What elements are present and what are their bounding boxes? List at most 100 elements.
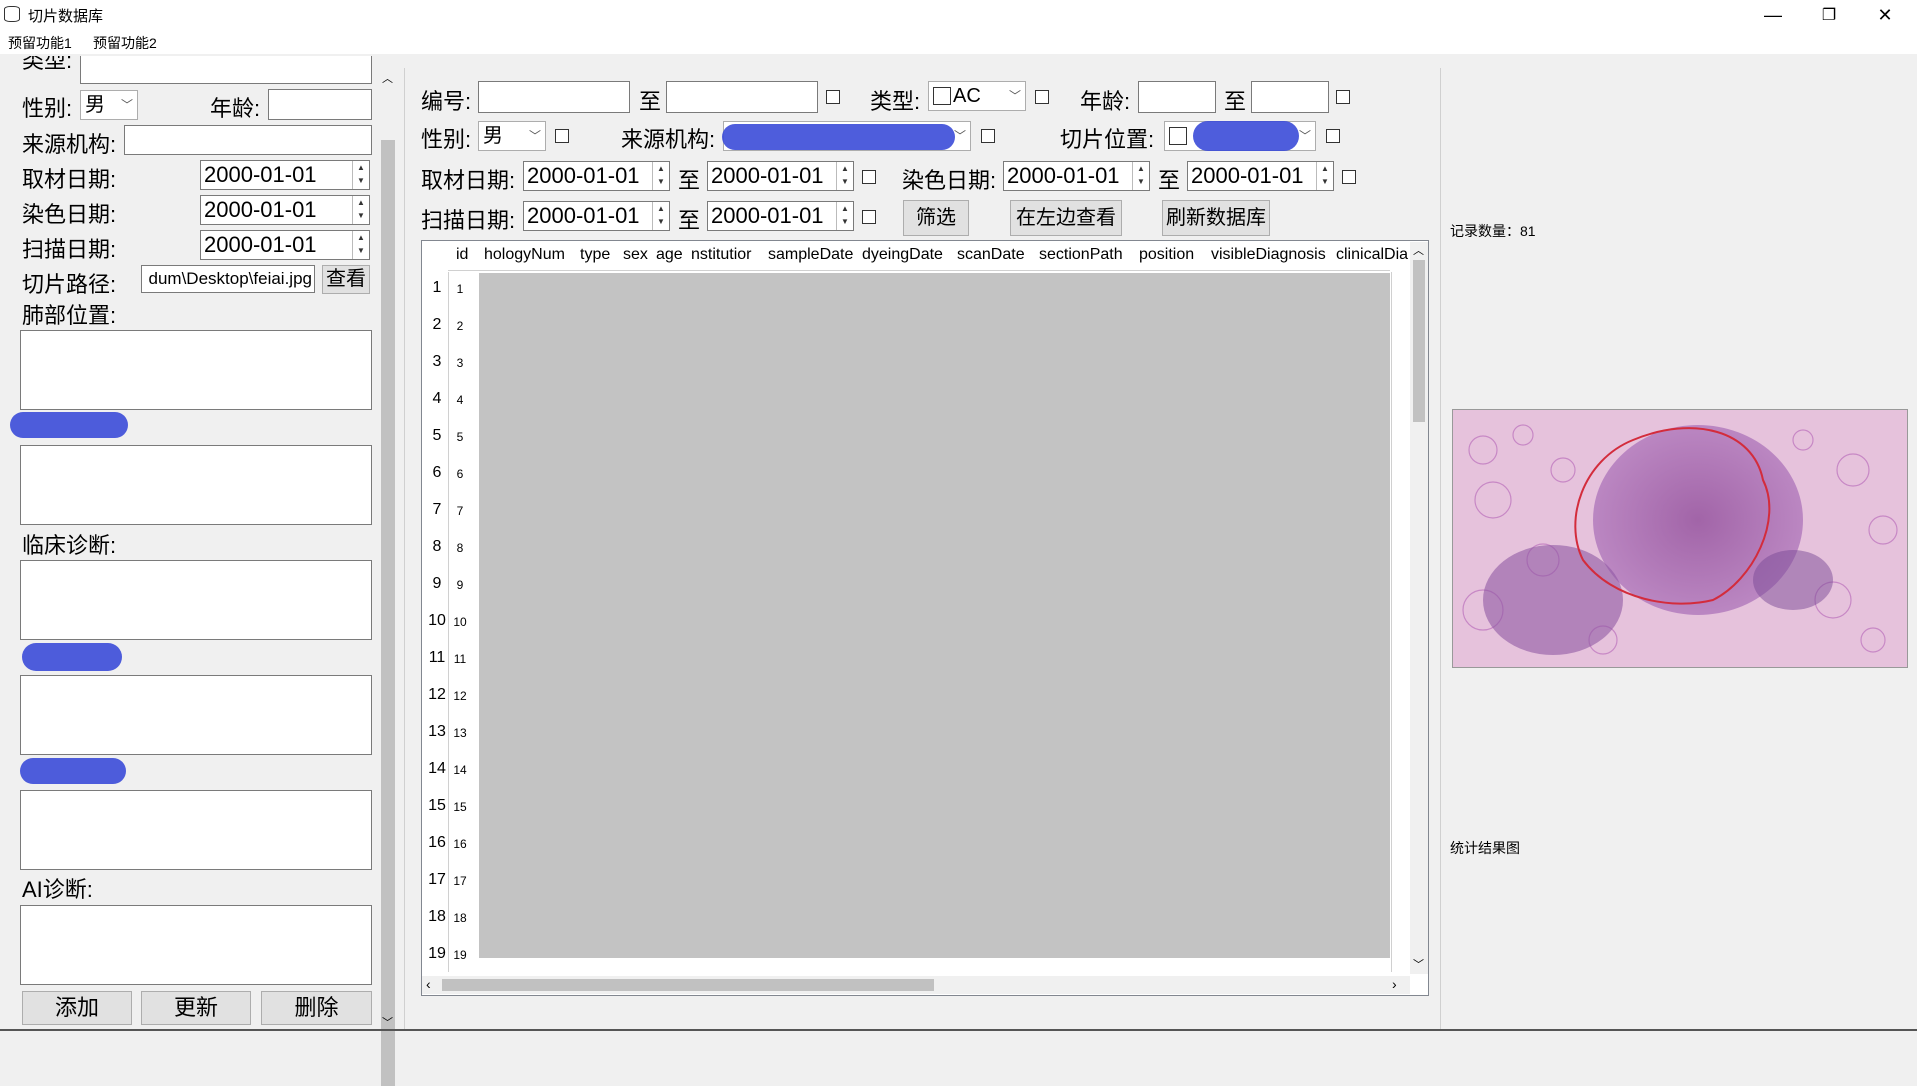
row-header[interactable]: 18 xyxy=(426,908,448,926)
row-header[interactable]: 17 xyxy=(426,871,448,889)
col-header-visible-diagnosis[interactable]: visibleDiagnosis xyxy=(1211,246,1331,270)
update-button[interactable]: 更新 xyxy=(141,991,251,1025)
number-from-field[interactable] xyxy=(478,81,630,113)
chevron-left-icon[interactable]: ‹ xyxy=(426,976,431,992)
spin-arrows-icon[interactable]: ▲ ▼ xyxy=(652,202,669,230)
sample-date-to[interactable]: 2000-01-01 ▲ ▼ xyxy=(707,161,854,191)
spin-arrows-icon[interactable]: ▲ ▼ xyxy=(1316,162,1333,190)
col-header-pathology-num[interactable]: hologyNum xyxy=(484,246,572,270)
lung-position-textarea[interactable] xyxy=(20,330,372,410)
type-option-checkbox[interactable] xyxy=(933,87,951,105)
row-header[interactable]: 13 xyxy=(426,723,448,741)
menu-item-reserved-1[interactable]: 预留功能1 xyxy=(8,33,72,53)
scan-date-to[interactable]: 2000-01-01 ▲ ▼ xyxy=(707,201,854,231)
redacted-textarea-1[interactable] xyxy=(20,675,372,755)
sample-date-filter-checkbox[interactable] xyxy=(862,170,876,184)
spin-arrows-icon[interactable]: ▲ ▼ xyxy=(352,231,369,259)
row-header[interactable]: 9 xyxy=(426,575,448,593)
row-header[interactable]: 3 xyxy=(426,353,448,371)
col-header-clinical-diagnosis[interactable]: clinicalDia xyxy=(1336,246,1412,270)
dyeing-date-from[interactable]: 2000-01-01 ▲ ▼ xyxy=(1003,161,1150,191)
delete-button[interactable]: 删除 xyxy=(261,991,372,1025)
table-hscrollbar[interactable]: ‹ › xyxy=(422,976,1410,994)
row-header[interactable]: 11 xyxy=(426,649,448,667)
chevron-up-icon[interactable]: ︿ xyxy=(382,70,393,86)
chevron-right-icon[interactable]: › xyxy=(1392,976,1397,992)
scroll-thumb[interactable] xyxy=(381,140,395,1086)
age-filter-checkbox[interactable] xyxy=(1336,90,1350,104)
chevron-down-icon[interactable]: ﹀ xyxy=(382,1014,393,1030)
view-path-button[interactable]: 查看 xyxy=(322,265,370,294)
add-button[interactable]: 添加 xyxy=(22,991,132,1025)
spin-arrows-icon[interactable]: ▲ ▼ xyxy=(652,162,669,190)
table-vscrollbar[interactable]: ︿ ﹀ xyxy=(1410,242,1428,974)
col-header-dyeing-date[interactable]: dyeingDate xyxy=(862,246,948,270)
restore-button[interactable]: ❐ xyxy=(1801,0,1857,30)
col-header-institution[interactable]: nstitutior xyxy=(691,246,761,270)
row-header[interactable]: 16 xyxy=(426,834,448,852)
row-header[interactable]: 19 xyxy=(426,945,448,963)
row-header[interactable]: 4 xyxy=(426,390,448,408)
ai-diagnosis-textarea[interactable] xyxy=(20,905,372,985)
scan-date-filter-checkbox[interactable] xyxy=(862,210,876,224)
clinical-textarea[interactable] xyxy=(20,560,372,640)
spin-arrows-icon[interactable]: ▲ ▼ xyxy=(836,202,853,230)
position-filter-checkbox[interactable] xyxy=(1326,129,1340,143)
visible-diagnosis-textarea[interactable] xyxy=(20,445,372,525)
dyeing-date-filter-checkbox[interactable] xyxy=(1342,170,1356,184)
row-header[interactable]: 2 xyxy=(426,316,448,334)
sex-filter-select[interactable]: 男 ﹀ xyxy=(478,121,546,151)
col-header-type[interactable]: type xyxy=(580,246,620,270)
sex-filter-checkbox[interactable] xyxy=(555,129,569,143)
row-header[interactable]: 10 xyxy=(426,612,448,630)
row-header[interactable]: 8 xyxy=(426,538,448,556)
scan-date-field[interactable]: 2000-01-01 ▲ ▼ xyxy=(200,230,370,260)
age-from-field[interactable] xyxy=(1138,81,1216,113)
spin-arrows-icon[interactable]: ▲ ▼ xyxy=(352,196,369,224)
scan-date-from[interactable]: 2000-01-01 ▲ ▼ xyxy=(523,201,670,231)
row-header[interactable]: 15 xyxy=(426,797,448,815)
sample-date-from[interactable]: 2000-01-01 ▲ ▼ xyxy=(523,161,670,191)
minimize-button[interactable]: — xyxy=(1745,0,1801,30)
age-to-field[interactable] xyxy=(1251,81,1329,113)
close-button[interactable]: ✕ xyxy=(1857,0,1913,30)
type-field[interactable] xyxy=(80,56,372,84)
chevron-up-icon[interactable]: ︿ xyxy=(1413,242,1424,258)
institution-field[interactable] xyxy=(124,125,372,155)
spin-arrows-icon[interactable]: ▲ ▼ xyxy=(836,162,853,190)
row-header[interactable]: 14 xyxy=(426,760,448,778)
type-filter-checkbox[interactable] xyxy=(1035,90,1049,104)
col-header-section-path[interactable]: sectionPath xyxy=(1039,246,1127,270)
dyeing-date-to[interactable]: 2000-01-01 ▲ ▼ xyxy=(1187,161,1334,191)
path-field[interactable]: dum\Desktop\feiai.jpg xyxy=(141,265,315,293)
col-header-age[interactable]: age xyxy=(656,246,686,270)
spin-arrows-icon[interactable]: ▲ ▼ xyxy=(352,161,369,189)
sex-select[interactable]: 男 ﹀ xyxy=(80,90,138,120)
redacted-textarea-2[interactable] xyxy=(20,790,372,870)
chevron-down-icon[interactable]: ﹀ xyxy=(1413,956,1424,972)
row-header[interactable]: 6 xyxy=(426,464,448,482)
position-option-checkbox[interactable] xyxy=(1169,127,1187,145)
col-header-scan-date[interactable]: scanDate xyxy=(957,246,1027,270)
dyeing-date-field[interactable]: 2000-01-01 ▲ ▼ xyxy=(200,195,370,225)
row-header[interactable]: 7 xyxy=(426,501,448,519)
col-header-id[interactable]: id xyxy=(456,246,474,270)
scroll-thumb[interactable] xyxy=(1413,260,1425,422)
row-header[interactable]: 5 xyxy=(426,427,448,445)
filter-button[interactable]: 筛选 xyxy=(903,200,969,236)
institution-filter-checkbox[interactable] xyxy=(981,129,995,143)
sample-date-field[interactable]: 2000-01-01 ▲ ▼ xyxy=(200,160,370,190)
number-to-field[interactable] xyxy=(666,81,818,113)
number-filter-checkbox[interactable] xyxy=(826,90,840,104)
age-field[interactable] xyxy=(268,89,372,120)
row-header[interactable]: 1 xyxy=(426,279,448,297)
col-header-sex[interactable]: sex xyxy=(623,246,651,270)
type-filter-select[interactable]: AC ﹀ xyxy=(928,81,1026,111)
left-scrollbar[interactable]: ︿ ﹀ xyxy=(378,70,398,1086)
view-left-button[interactable]: 在左边查看 xyxy=(1010,200,1122,236)
col-header-sample-date[interactable]: sampleDate xyxy=(768,246,858,270)
spin-arrows-icon[interactable]: ▲ ▼ xyxy=(1132,162,1149,190)
refresh-button[interactable]: 刷新数据库 xyxy=(1162,200,1270,236)
menu-item-reserved-2[interactable]: 预留功能2 xyxy=(93,33,157,53)
scroll-thumb[interactable] xyxy=(442,979,934,991)
